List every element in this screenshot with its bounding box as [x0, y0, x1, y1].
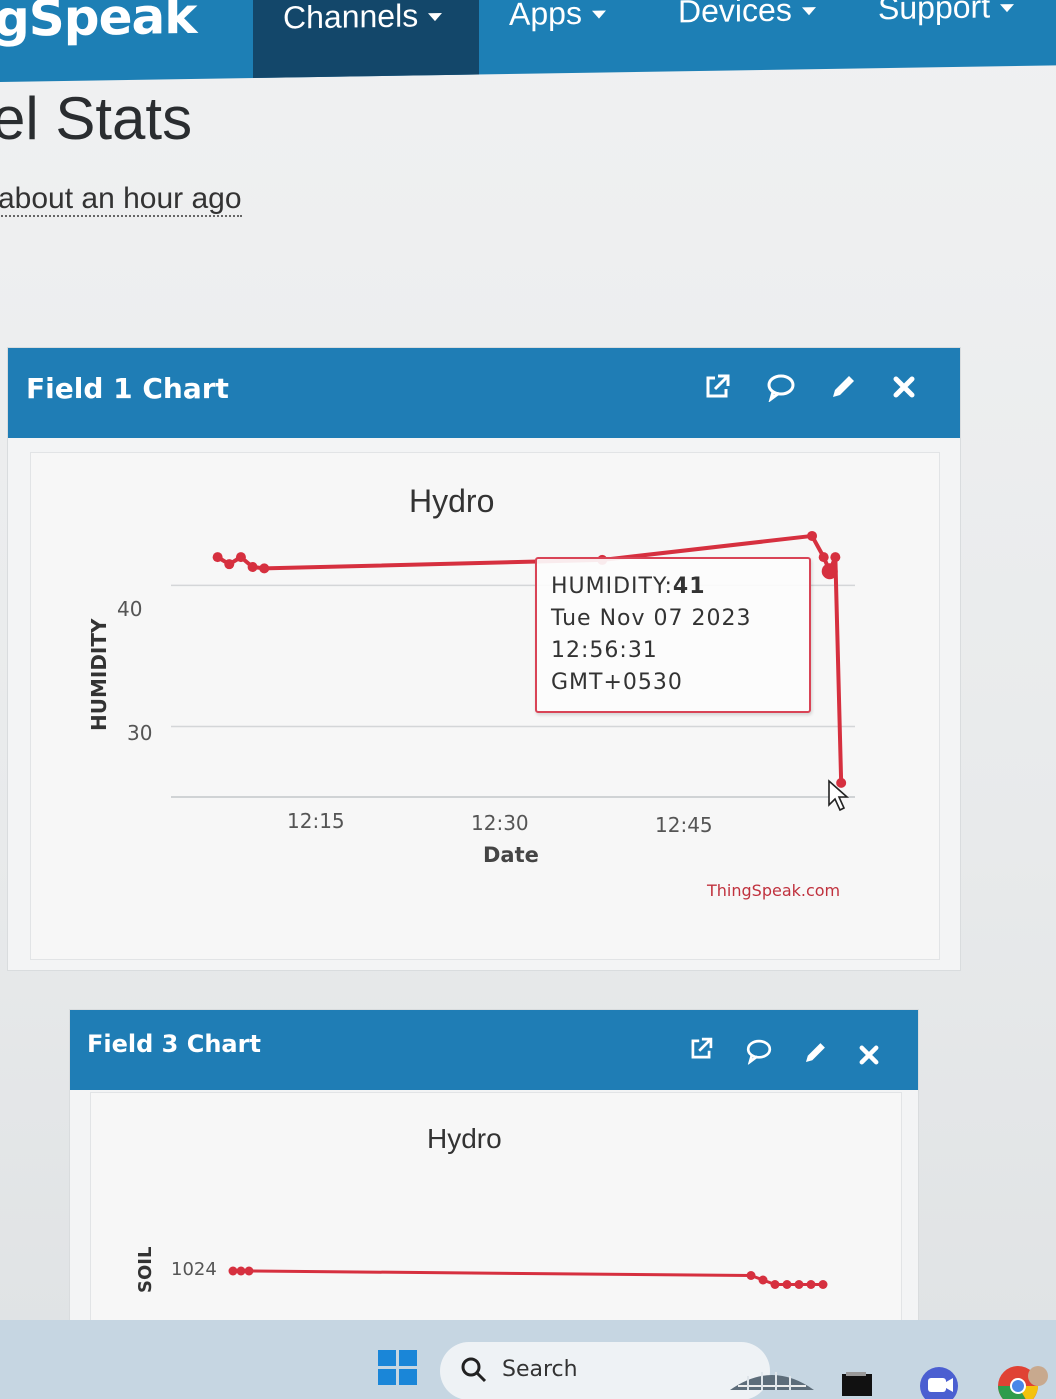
- nav-item-devices[interactable]: Devices: [650, 0, 850, 72]
- chrome-icon[interactable]: [996, 1362, 1056, 1399]
- data-point: [235, 552, 246, 563]
- data-point: [746, 1271, 756, 1280]
- external-link-icon[interactable]: [702, 372, 732, 402]
- external-link-icon[interactable]: [688, 1036, 715, 1063]
- close-icon[interactable]: [889, 372, 919, 402]
- windows-start-icon[interactable]: [378, 1350, 418, 1386]
- data-point: [244, 1266, 254, 1276]
- chevron-down-icon: [1000, 4, 1015, 13]
- tooltip-time: 12:56:31 GMT+0530: [551, 638, 683, 695]
- panel-header: Field 1 Chart: [8, 348, 960, 438]
- search-icon: [461, 1357, 487, 1383]
- data-point: [821, 563, 838, 580]
- nav-item-label: Support: [878, 0, 991, 27]
- taskbar-search-box[interactable]: Search: [440, 1342, 770, 1399]
- chevron-down-icon: [591, 10, 606, 19]
- data-point: [782, 1280, 792, 1289]
- panel-header: Field 3 Chart: [70, 1010, 918, 1090]
- data-point: [247, 561, 258, 572]
- data-point-tooltip: HUMIDITY:41 Tue Nov 07 2023 12:56:31 GMT…: [535, 557, 811, 713]
- chevron-down-icon: [801, 7, 816, 16]
- chart-area: Hydro HUMIDITY 40 30 12:15 12:30 12:45 D…: [30, 452, 940, 960]
- nav-item-label: Channels: [283, 0, 419, 36]
- nav-item-support[interactable]: Support: [850, 0, 1056, 69]
- search-placeholder: Search: [502, 1357, 578, 1382]
- data-point: [259, 563, 270, 574]
- brand-logo[interactable]: gSpeak: [0, 0, 197, 48]
- data-point: [758, 1275, 768, 1285]
- pencil-icon[interactable]: [828, 372, 858, 402]
- tooltip-value: 41: [672, 574, 706, 599]
- panel-title: Field 3 Chart: [87, 1030, 261, 1058]
- nav-item-label: Devices: [678, 0, 792, 30]
- page: gSpeak Channels Apps Devices Support el …: [0, 0, 1056, 1399]
- mouse-cursor-icon: [828, 779, 850, 812]
- data-point: [770, 1280, 780, 1289]
- soil-series-line: [233, 1269, 823, 1286]
- data-point: [806, 1280, 816, 1289]
- data-point: [818, 552, 829, 563]
- data-point: [236, 1266, 246, 1276]
- data-point: [818, 1280, 828, 1289]
- task-view-icon[interactable]: [842, 1372, 872, 1396]
- soil-line-chart: [228, 1266, 828, 1289]
- chart-area: Hydro SOIL 1024: [90, 1092, 902, 1352]
- data-point: [212, 552, 223, 563]
- tooltip-date: Tue Nov 07 2023: [551, 606, 752, 631]
- nav-item-label: Apps: [509, 0, 582, 33]
- comment-icon[interactable]: [766, 372, 796, 402]
- data-point: [830, 552, 841, 563]
- field-1-chart-panel: Field 1 Chart Hydro HUMIDITY 40 30 12:15…: [8, 348, 960, 970]
- tooltip-series-label: HUMIDITY:: [551, 574, 673, 599]
- close-icon[interactable]: [856, 1042, 883, 1069]
- pencil-icon[interactable]: [802, 1040, 829, 1067]
- teams-meet-icon[interactable]: [918, 1366, 960, 1399]
- chevron-down-icon: [428, 13, 443, 22]
- data-point: [794, 1280, 804, 1289]
- top-navbar: gSpeak Channels Apps Devices Support: [0, 0, 1056, 82]
- data-point: [228, 1266, 238, 1276]
- data-point: [224, 559, 235, 570]
- nav-item-channels[interactable]: Channels: [253, 0, 479, 79]
- field-3-chart-panel: Field 3 Chart Hydro SOIL 1024: [70, 1010, 918, 1352]
- data-point: [807, 530, 818, 541]
- last-updated-text: about an hour ago: [0, 182, 242, 217]
- panel-title: Field 1 Chart: [26, 372, 229, 405]
- nav-item-apps[interactable]: Apps: [479, 0, 649, 74]
- widget-thumbnail-icon[interactable]: [728, 1364, 816, 1396]
- os-taskbar: Search: [0, 1320, 1056, 1399]
- comment-icon[interactable]: [746, 1038, 773, 1065]
- page-title: el Stats: [0, 85, 193, 152]
